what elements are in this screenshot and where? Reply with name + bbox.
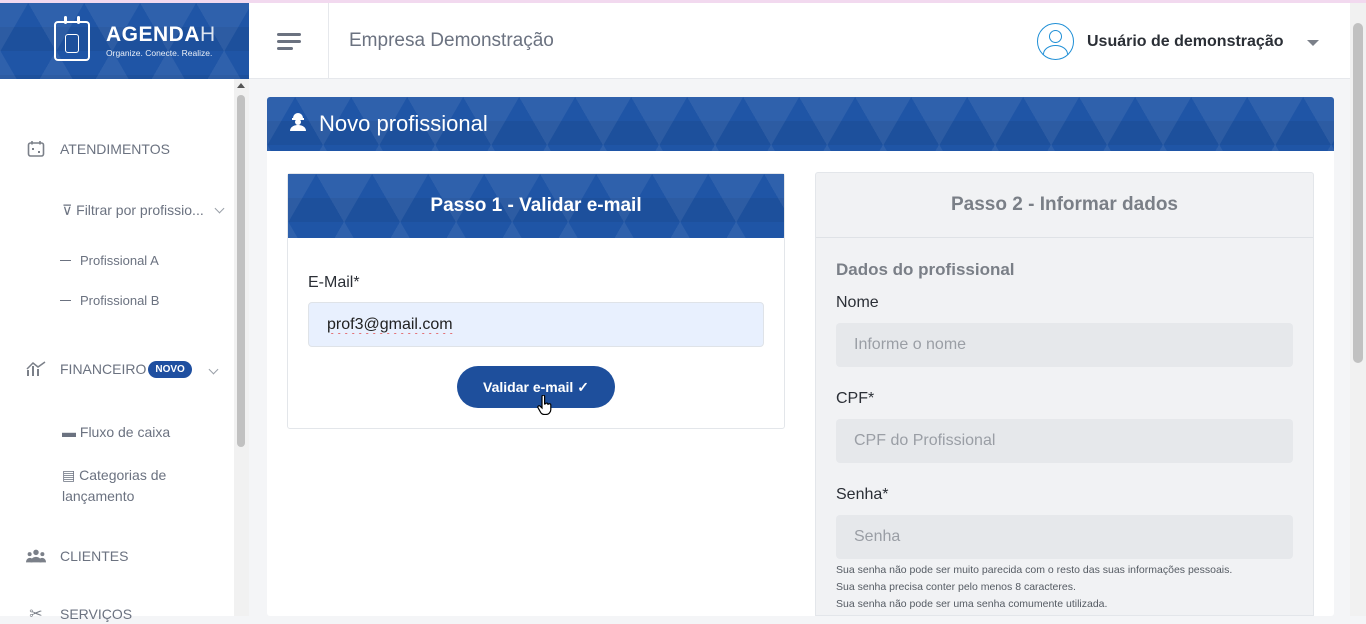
nav-atendimentos-label: ATENDIMENTOS bbox=[60, 141, 170, 157]
password-hint: Sua senha não pode ser muito parecida co… bbox=[836, 564, 1233, 576]
brand-logo-area[interactable]: AGENDAH Organize. Conecte. Realize. bbox=[0, 3, 249, 79]
user-name[interactable]: Usuário de demonstração bbox=[1087, 33, 1284, 51]
scroll-up-arrow-icon[interactable] bbox=[237, 83, 245, 88]
nav-categorias-label: Categorias de lançamento bbox=[62, 467, 167, 504]
page-scrollbar[interactable] bbox=[1350, 3, 1366, 616]
password-hint: Sua senha precisa conter pelo menos 8 ca… bbox=[836, 581, 1076, 593]
professional-label: Profissional B bbox=[80, 293, 160, 308]
professional-item[interactable]: Profissional A bbox=[60, 253, 159, 268]
nav-servicos[interactable]: ✂ SERVIÇOS bbox=[26, 604, 132, 624]
user-menu-caret-icon[interactable] bbox=[1307, 40, 1319, 46]
professional-label: Profissional A bbox=[80, 253, 159, 268]
nav-categorias[interactable]: ▤ Categorias de lançamento bbox=[62, 465, 202, 507]
password-hint: Sua senha não pode ser uma senha comumen… bbox=[836, 598, 1108, 610]
brand-tagline: Organize. Conecte. Realize. bbox=[106, 48, 213, 58]
cpf-input[interactable] bbox=[836, 419, 1293, 463]
email-label: E-Mail* bbox=[308, 274, 360, 291]
nav-fluxo-de-caixa[interactable]: ▬ Fluxo de caixa bbox=[62, 424, 170, 440]
list-icon: ▤ bbox=[62, 467, 76, 483]
page-title: Novo profissional bbox=[319, 111, 488, 136]
company-name: Empresa Demonstração bbox=[349, 30, 554, 51]
email-input[interactable] bbox=[308, 302, 764, 347]
calendar-icon bbox=[26, 139, 46, 159]
page-header: Novo profissional bbox=[267, 97, 1334, 151]
calendar-logo-icon bbox=[54, 16, 90, 61]
step1-header: Passo 1 - Validar e-mail bbox=[288, 174, 784, 238]
nav-financeiro[interactable]: FINANCEIRO NOVO bbox=[26, 359, 192, 379]
scissors-icon: ✂ bbox=[29, 606, 43, 623]
page-scrollbar-thumb[interactable] bbox=[1353, 23, 1363, 363]
sidebar-scrollbar-thumb[interactable] bbox=[237, 95, 245, 447]
sidebar-scrollbar[interactable] bbox=[234, 79, 249, 616]
nav-fluxo-label: Fluxo de caixa bbox=[79, 424, 171, 440]
nav-clientes[interactable]: CLIENTES bbox=[26, 546, 128, 566]
step1-card: Passo 1 - Validar e-mail E-Mail* Validar… bbox=[287, 173, 785, 429]
brand-name: AGENDAH bbox=[106, 23, 216, 46]
nav-atendimentos[interactable]: ATENDIMENTOS bbox=[26, 139, 170, 159]
menu-toggle-icon[interactable] bbox=[277, 33, 301, 50]
brand-text: AGENDAH Organize. Conecte. Realize. bbox=[106, 23, 216, 59]
filter-professional-select[interactable]: ⊽ Filtrar por profissio... bbox=[62, 202, 204, 219]
section-title: Dados do profissional bbox=[836, 260, 1015, 279]
filter-label: Filtrar por profissio... bbox=[76, 202, 204, 218]
filter-icon: ⊽ bbox=[62, 202, 73, 218]
step2-header: Passo 2 - Informar dados bbox=[816, 173, 1313, 238]
chart-icon bbox=[26, 359, 46, 379]
nav-clientes-label: CLIENTES bbox=[60, 548, 129, 564]
step2-card: Passo 2 - Informar dados Dados do profis… bbox=[815, 172, 1314, 616]
senha-label: Senha* bbox=[836, 486, 889, 503]
users-icon bbox=[26, 546, 46, 566]
nav-servicos-label: SERVIÇOS bbox=[60, 606, 133, 622]
professional-icon bbox=[289, 112, 309, 137]
nav-financeiro-label: FINANCEIRO bbox=[60, 361, 147, 377]
sidebar: ATENDIMENTOS ⊽ Filtrar por profissio... … bbox=[0, 79, 234, 623]
user-avatar-icon[interactable] bbox=[1037, 23, 1074, 60]
nome-label: Nome bbox=[836, 294, 879, 311]
professional-item[interactable]: Profissional B bbox=[60, 293, 159, 308]
validate-email-button[interactable]: Validar e-mail ✓ bbox=[457, 366, 615, 408]
chevron-down-icon[interactable] bbox=[214, 203, 225, 214]
top-bar: Empresa Demonstração Usuário de demonstr… bbox=[249, 3, 1350, 79]
cpf-label: CPF* bbox=[836, 390, 875, 407]
new-badge: NOVO bbox=[148, 360, 192, 378]
cash-icon: ▬ bbox=[62, 424, 76, 440]
senha-input[interactable] bbox=[836, 515, 1293, 559]
hand-cursor-icon bbox=[537, 394, 553, 421]
chevron-down-icon[interactable] bbox=[208, 364, 219, 375]
topbar-divider bbox=[328, 3, 329, 79]
nome-input[interactable] bbox=[836, 323, 1293, 367]
